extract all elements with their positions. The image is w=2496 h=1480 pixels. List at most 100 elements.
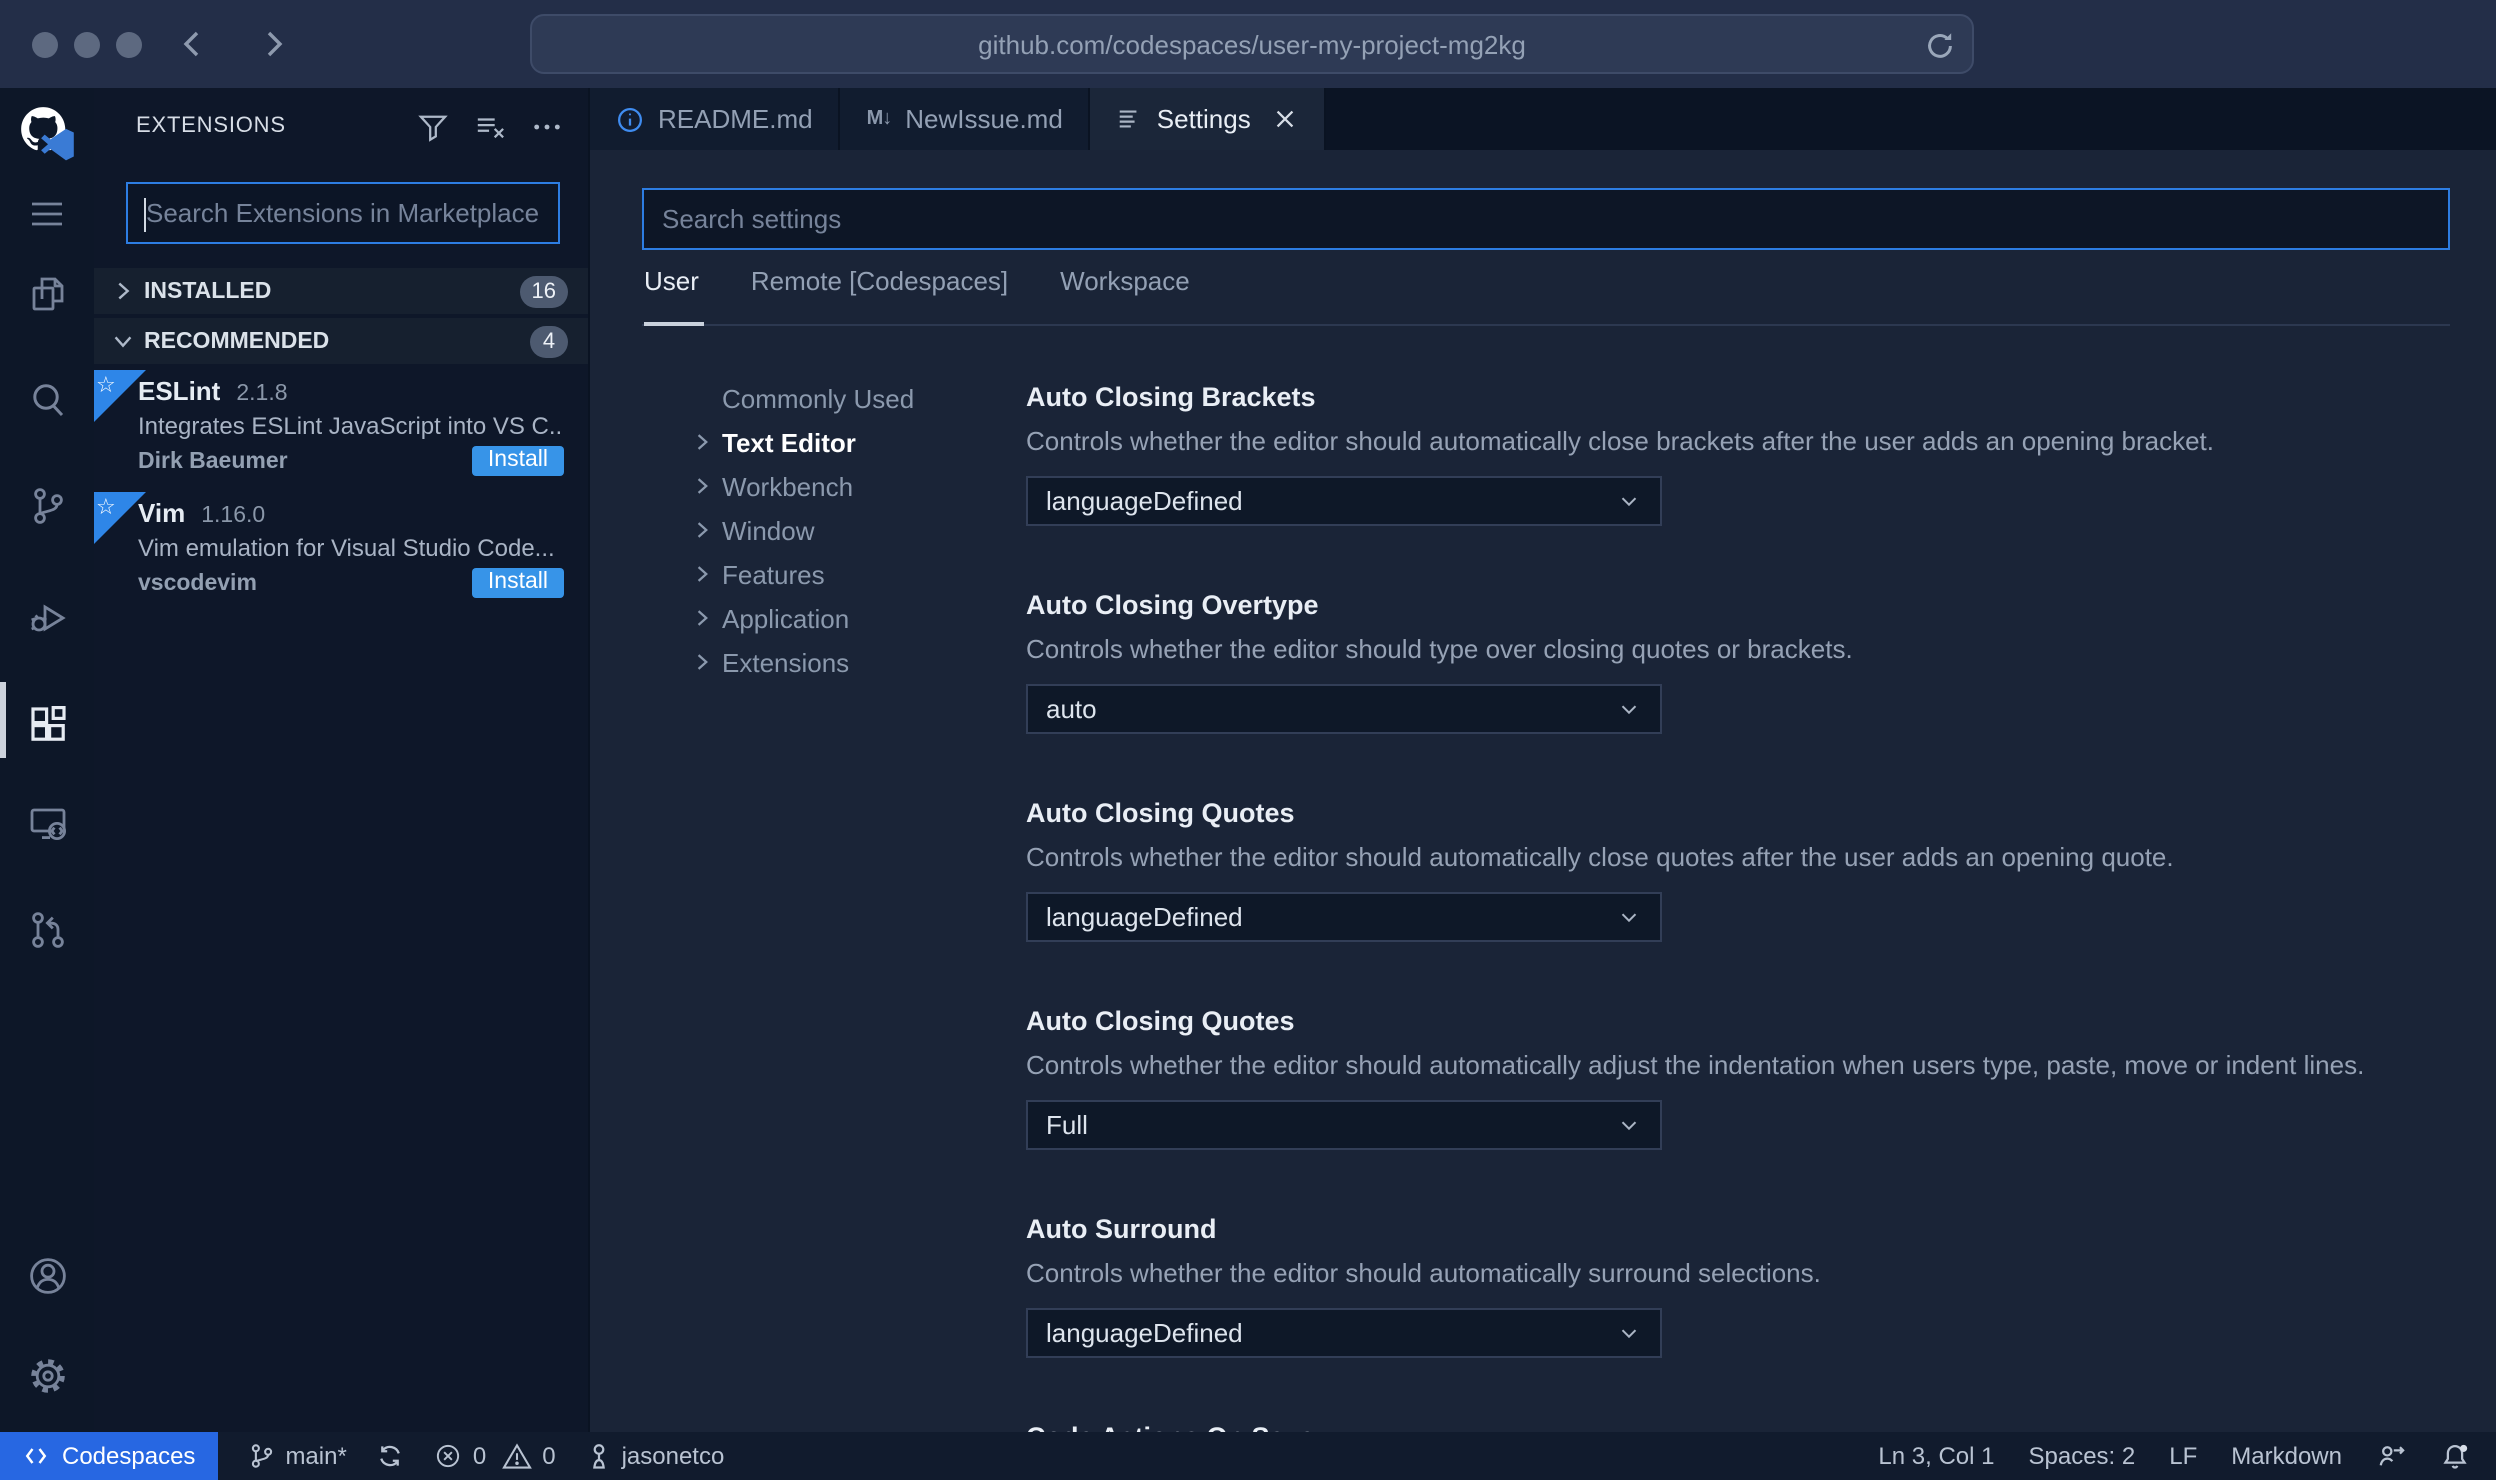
setting-title: Auto Closing Brackets bbox=[1026, 382, 1316, 412]
setting-dropdown[interactable]: auto bbox=[1026, 684, 1662, 734]
tab-readme[interactable]: README.md bbox=[590, 88, 841, 150]
settings-gear-icon[interactable] bbox=[0, 1354, 94, 1398]
branch-indicator[interactable]: main* bbox=[247, 1442, 347, 1470]
window-minimize-button[interactable] bbox=[74, 32, 100, 58]
toc-item[interactable]: Extensions bbox=[690, 640, 1026, 684]
extension-list-item[interactable]: ☆ Vim 1.16.0 Vim emulation for Visual St… bbox=[94, 492, 588, 614]
settings-scope-tabs: User Remote [Codespaces] Workspace bbox=[644, 266, 1190, 296]
extension-version: 1.16.0 bbox=[201, 504, 266, 528]
tab-label: Settings bbox=[1156, 104, 1251, 134]
toc-item[interactable]: Features bbox=[690, 552, 1026, 596]
settings-content: Commonly Used Text Editor Workbench Wind… bbox=[590, 350, 2496, 1432]
setting-dropdown[interactable]: languageDefined bbox=[1026, 1308, 1662, 1358]
section-label: RECOMMENDED bbox=[144, 329, 330, 353]
setting-entry: Auto Closing Brackets Controls whether t… bbox=[1026, 382, 2496, 590]
setting-title: Code Actions On Save bbox=[1026, 1422, 2496, 1432]
account-icon[interactable] bbox=[0, 1254, 94, 1298]
sidebar-section-installed[interactable]: INSTALLED 16 bbox=[94, 268, 588, 314]
tab-newissue[interactable]: M↓ NewIssue.md bbox=[840, 88, 1091, 150]
address-bar[interactable]: github.com/codespaces/user-my-project-mg… bbox=[530, 14, 1974, 74]
run-and-debug-icon[interactable] bbox=[0, 596, 94, 640]
activity-bar bbox=[0, 88, 94, 1432]
setting-dropdown[interactable]: Full bbox=[1026, 1100, 1662, 1150]
scope-tab-workspace[interactable]: Workspace bbox=[1060, 266, 1190, 296]
back-arrow-icon[interactable] bbox=[174, 26, 210, 62]
extension-publisher: vscodevim bbox=[138, 571, 257, 595]
extensions-search-input[interactable] bbox=[128, 184, 558, 242]
remote-explorer-icon[interactable] bbox=[0, 802, 94, 846]
more-actions-icon[interactable] bbox=[532, 111, 562, 141]
settings-search-box[interactable] bbox=[642, 188, 2450, 250]
chevron-right-icon bbox=[690, 562, 722, 586]
markdown-icon: M↓ bbox=[866, 108, 893, 130]
cursor-position[interactable]: Ln 3, Col 1 bbox=[1878, 1442, 1994, 1470]
window-close-button[interactable] bbox=[32, 32, 58, 58]
setting-value: languageDefined bbox=[1046, 486, 1243, 516]
setting-value: languageDefined bbox=[1046, 902, 1243, 932]
tab-settings[interactable]: Settings bbox=[1090, 88, 1327, 150]
window-maximize-button[interactable] bbox=[116, 32, 142, 58]
scope-separator bbox=[642, 324, 2450, 326]
search-icon[interactable] bbox=[0, 378, 94, 422]
forward-arrow-icon[interactable] bbox=[256, 26, 292, 62]
sidebar-header: EXTENSIONS bbox=[94, 88, 588, 164]
bell-icon[interactable] bbox=[2440, 1441, 2470, 1471]
extension-name: ESLint bbox=[138, 376, 221, 406]
settings-entries: Auto Closing Brackets Controls whether t… bbox=[1026, 350, 2496, 1432]
toc-item[interactable]: Text Editor bbox=[690, 420, 1026, 464]
user-indicator[interactable]: jasonetco bbox=[586, 1442, 724, 1470]
toc-item[interactable]: Window bbox=[690, 508, 1026, 552]
recommended-ribbon-icon: ☆ bbox=[94, 370, 146, 422]
menu-icon[interactable] bbox=[0, 198, 94, 230]
extension-description: Integrates ESLint JavaScript into VS C..… bbox=[138, 412, 564, 440]
toc-label: Application bbox=[722, 603, 850, 633]
clear-list-icon[interactable] bbox=[474, 111, 506, 141]
indentation[interactable]: Spaces: 2 bbox=[2029, 1442, 2136, 1470]
reload-icon[interactable] bbox=[1924, 30, 1956, 62]
editor-tab-bar: README.md M↓ NewIssue.md Settings bbox=[590, 88, 2496, 150]
filter-icon[interactable] bbox=[418, 111, 448, 141]
setting-description: Controls whether the editor should autom… bbox=[1026, 1258, 1821, 1288]
extension-description: Vim emulation for Visual Studio Code... bbox=[138, 534, 555, 562]
install-button[interactable]: Install bbox=[471, 568, 564, 598]
warning-count: 0 bbox=[542, 1442, 556, 1470]
setting-title: Auto Closing Quotes bbox=[1026, 798, 1295, 828]
chevron-right-icon bbox=[690, 430, 722, 454]
eol-sequence[interactable]: LF bbox=[2169, 1442, 2197, 1470]
close-icon[interactable] bbox=[1273, 106, 1299, 132]
pull-requests-icon[interactable] bbox=[0, 908, 94, 952]
setting-title: Auto Surround bbox=[1026, 1214, 1217, 1244]
language-mode[interactable]: Markdown bbox=[2231, 1442, 2342, 1470]
status-bar: Codespaces main* 0 0 jasonetco Ln 3, Col… bbox=[0, 1432, 2496, 1480]
window-controls[interactable] bbox=[32, 32, 142, 58]
sidebar-section-recommended[interactable]: RECOMMENDED 4 bbox=[94, 318, 588, 364]
toc-item[interactable]: Commonly Used bbox=[690, 376, 1026, 420]
section-label: INSTALLED bbox=[144, 279, 272, 303]
codespaces-remote-indicator[interactable]: Codespaces bbox=[0, 1432, 218, 1480]
scope-tab-remote-codespaces[interactable]: Remote [Codespaces] bbox=[751, 266, 1008, 296]
toc-item[interactable]: Application bbox=[690, 596, 1026, 640]
toc-item[interactable]: Workbench bbox=[690, 464, 1026, 508]
install-button[interactable]: Install bbox=[471, 446, 564, 476]
active-view-indicator bbox=[0, 682, 6, 758]
explorer-icon[interactable] bbox=[0, 272, 94, 316]
section-count-badge: 16 bbox=[519, 275, 568, 307]
extension-list-item[interactable]: ☆ ESLint 2.1.8 Integrates ESLint JavaScr… bbox=[94, 370, 588, 492]
setting-dropdown[interactable]: languageDefined bbox=[1026, 892, 1662, 942]
branch-icon bbox=[251, 1444, 272, 1468]
settings-search-input[interactable] bbox=[644, 190, 2448, 248]
toc-label: Window bbox=[722, 515, 815, 545]
chevron-down-icon bbox=[1616, 488, 1642, 514]
settings-toc: Commonly Used Text Editor Workbench Wind… bbox=[590, 350, 1026, 1432]
browser-chrome: github.com/codespaces/user-my-project-mg… bbox=[0, 0, 2496, 90]
section-count-badge: 4 bbox=[530, 325, 568, 357]
feedback-icon[interactable] bbox=[2376, 1442, 2406, 1470]
extensions-icon[interactable] bbox=[0, 702, 94, 746]
problems-indicator[interactable]: 0 0 bbox=[435, 1442, 556, 1470]
extensions-search-box[interactable] bbox=[126, 182, 560, 244]
scope-tab-user[interactable]: User bbox=[644, 266, 699, 296]
extension-list: ☆ ESLint 2.1.8 Integrates ESLint JavaScr… bbox=[94, 370, 588, 614]
source-control-icon[interactable] bbox=[0, 484, 94, 528]
setting-dropdown[interactable]: languageDefined bbox=[1026, 476, 1662, 526]
sync-indicator[interactable] bbox=[377, 1442, 405, 1470]
